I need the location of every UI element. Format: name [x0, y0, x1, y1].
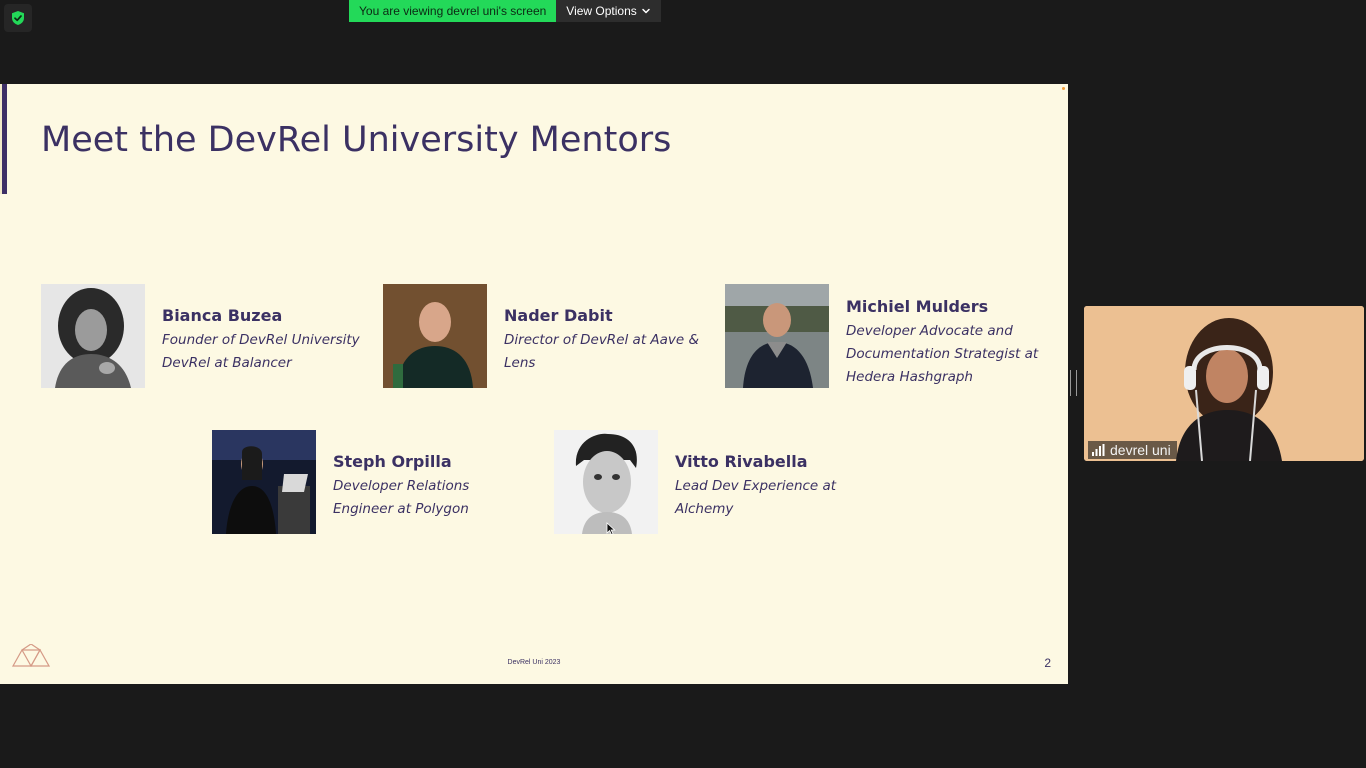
mouse-cursor-icon [606, 522, 616, 536]
panel-resize-handle[interactable] [1070, 370, 1077, 396]
view-options-button[interactable]: View Options [556, 0, 661, 22]
mentor-name: Vitto Rivabella [675, 452, 808, 471]
security-shield-button[interactable] [4, 4, 32, 32]
mentor-role: Developer Relations Engineer at Polygon [333, 478, 470, 517]
participant-name-tag: devrel uni [1088, 441, 1177, 459]
mentor-card: Nader Dabit Director of DevRel at Aave &… [383, 284, 699, 388]
mentor-name: Michiel Mulders [846, 297, 989, 316]
participant-video-tile[interactable]: devrel uni [1084, 306, 1364, 461]
shared-screen-slide: Meet the DevRel University Mentors Bianc… [0, 84, 1068, 684]
chevron-down-icon [642, 8, 650, 14]
mentor-role: Developer Advocate and Documentation Str… [846, 323, 1039, 385]
mentor-photo [554, 430, 658, 534]
mentor-role: Founder of DevRel University DevRel at B… [162, 332, 360, 371]
mentor-photo [725, 284, 829, 388]
share-banner: You are viewing devrel uni's screen View… [349, 0, 661, 22]
slide-page-number: 2 [1044, 656, 1051, 670]
mentor-photo [212, 430, 316, 534]
mentor-photo [383, 284, 487, 388]
mentor-role: Lead Dev Experience at Alchemy [675, 478, 837, 517]
slide-title: Meet the DevRel University Mentors [41, 120, 672, 160]
shield-check-icon [12, 11, 24, 25]
signal-strength-icon [1092, 444, 1105, 456]
share-banner-message: You are viewing devrel uni's screen [349, 0, 557, 22]
mentor-card: Steph Orpilla Developer Relations Engine… [212, 430, 469, 534]
slide-accent-strip [0, 84, 2, 194]
participant-name: devrel uni [1110, 442, 1171, 458]
mentor-name: Bianca Buzea [162, 306, 283, 325]
slide-footer: DevRel Uni 2023 [507, 659, 561, 666]
participant-video [1084, 306, 1364, 461]
mentor-name: Steph Orpilla [333, 452, 452, 471]
mentor-card: Michiel Mulders Developer Advocate and D… [725, 284, 1038, 389]
mentor-name: Nader Dabit [504, 306, 613, 325]
mentor-role: Director of DevRel at Aave & Lens [504, 332, 700, 371]
mentor-card: Bianca Buzea Founder of DevRel Universit… [41, 284, 360, 388]
mentor-photo [41, 284, 145, 388]
view-options-label: View Options [566, 4, 637, 18]
mentor-card: Vitto Rivabella Lead Dev Experience at A… [554, 430, 836, 534]
slide-corner-dot [1062, 87, 1065, 90]
